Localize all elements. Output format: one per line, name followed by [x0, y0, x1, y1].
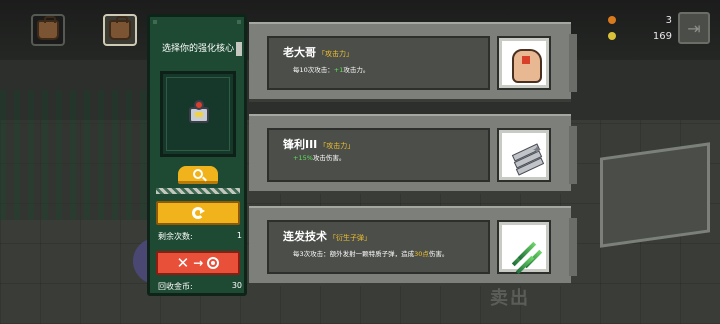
- card-description: 每3次攻击：额外发射一颗特质子弹，造成30点伤害。: [293, 248, 448, 258]
- desc-prefix: 每3次攻击：额外发射一颗特质子弹，造成: [293, 250, 415, 258]
- option-card-1[interactable]: 老大哥 「攻击力」 每10次攻击：+1攻击力。: [249, 22, 577, 102]
- backpack-icon: [37, 16, 59, 40]
- remaining-row: 剩余次数: 1: [158, 231, 242, 242]
- close-icon: ✕: [176, 254, 190, 272]
- blade-stack-icon: ✦: [508, 141, 546, 176]
- core-display-frame: [160, 71, 236, 157]
- panel-tab-handle: [236, 42, 242, 56]
- inventory-slot-1[interactable]: [31, 14, 65, 46]
- stat-2-value: 169: [652, 30, 672, 42]
- thumbs-up-icon: [512, 49, 542, 83]
- recycle-button[interactable]: ✕ →: [156, 251, 240, 275]
- card-description: 每10次攻击：+1攻击力。: [293, 64, 369, 74]
- hazard-stripe: [156, 188, 240, 194]
- background-counter: [600, 142, 710, 248]
- card-icon-box: [497, 220, 551, 275]
- option-card-2[interactable]: 锋利III 「攻击力」 +15%攻击伤害。 ✦: [249, 114, 577, 194]
- card-icon-box: ✦: [497, 128, 551, 182]
- card-edge: [569, 218, 577, 276]
- coin-target-icon: [207, 257, 220, 269]
- card-name: 老大哥: [283, 46, 316, 59]
- card-tag: 「攻击力」: [318, 50, 353, 58]
- coin-icon: [608, 32, 616, 40]
- card-name: 连发技术: [283, 230, 327, 243]
- recycle-value: 30: [231, 281, 242, 290]
- inspect-button[interactable]: [178, 166, 218, 184]
- card-edge: [569, 34, 577, 92]
- exit-icon: ⇥: [687, 18, 701, 38]
- card-title: 锋利III 「攻击力」: [283, 136, 354, 152]
- card-text-area: 老大哥 「攻击力」 每10次攻击：+1攻击力。: [267, 36, 490, 90]
- card-text-area: 连发技术 「衍生子弹」 每3次攻击：额外发射一颗特质子弹，造成30点伤害。: [267, 220, 490, 274]
- background-shelf: [0, 90, 150, 220]
- card-icon-box: [497, 36, 551, 90]
- rivet: [237, 20, 241, 24]
- card-tag: 「攻击力」: [319, 142, 355, 150]
- panel-title: 选择你的强化核心: [161, 44, 234, 54]
- flame-icon: [608, 16, 616, 24]
- inventory-slot-2[interactable]: [103, 14, 137, 46]
- card-name: 锋利III: [283, 138, 318, 151]
- card-tag: 「衍生子弹」: [329, 234, 371, 242]
- refresh-icon: [192, 207, 205, 219]
- desc-highlight: +1: [333, 66, 344, 74]
- desc-highlight: +15%: [293, 154, 313, 162]
- desc-suffix: 攻击力。: [343, 66, 370, 74]
- backpack-icon: [109, 16, 131, 40]
- magnifier-icon: [193, 168, 203, 179]
- exit-button[interactable]: ⇥: [678, 12, 710, 44]
- card-description: +15%攻击伤害。: [293, 152, 345, 162]
- recycle-row: 回收金币: 30: [158, 281, 242, 292]
- desc-prefix: 每10次攻击：: [293, 66, 334, 74]
- robot-core-icon: [185, 99, 213, 127]
- card-edge: [569, 126, 577, 184]
- core-select-panel: 选择你的强化核心 剩余次数: 1 ✕ → 回收金币: 30: [147, 14, 247, 296]
- rivet: [153, 20, 157, 24]
- recycle-label: 回收金币:: [158, 282, 193, 291]
- card-text-area: 锋利III 「攻击力」 +15%攻击伤害。: [267, 128, 490, 182]
- desc-suffix: 攻击伤害。: [312, 154, 346, 162]
- card-title: 老大哥 「攻击力」: [283, 44, 353, 60]
- desc-suffix: 伤害。: [428, 250, 449, 258]
- remaining-label: 剩余次数:: [158, 232, 193, 241]
- card-title: 连发技术 「衍生子弹」: [283, 228, 371, 244]
- option-card-3[interactable]: 连发技术 「衍生子弹」 每3次攻击：额外发射一颗特质子弹，造成30点伤害。: [249, 206, 577, 286]
- remaining-value: 1: [236, 231, 242, 240]
- refresh-button[interactable]: [156, 201, 240, 225]
- resource-counters: 3 169: [608, 12, 672, 44]
- desc-highlight: 30点: [414, 250, 429, 258]
- sell-sign: 卖出: [490, 288, 530, 309]
- stat-1-value: 3: [665, 14, 672, 26]
- arrow-right-icon: →: [193, 256, 204, 270]
